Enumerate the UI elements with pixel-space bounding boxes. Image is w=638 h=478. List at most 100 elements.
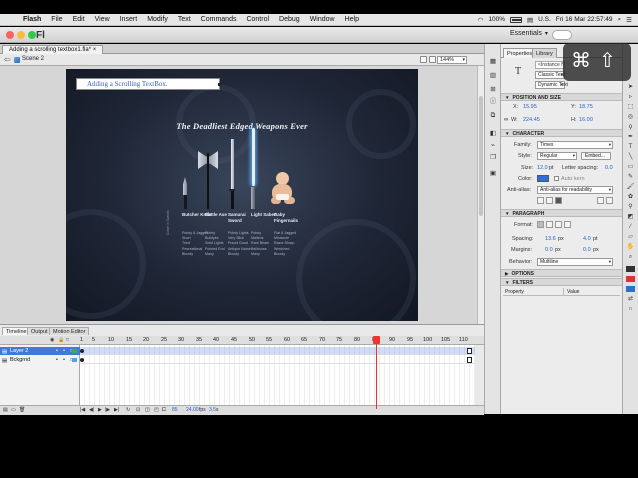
section-position-size[interactable]: ▼ POSITION AND SIZE: [501, 93, 622, 101]
onion-skin-icon[interactable]: ◫: [145, 407, 150, 413]
link-icon[interactable]: ∞: [504, 117, 508, 123]
scrollbar-thumb[interactable]: [479, 96, 483, 216]
layer-row-bckgrnd[interactable]: ▤ Bckgrnd • • □: [0, 356, 80, 364]
delete-layer-icon[interactable]: 🗑: [19, 407, 25, 413]
tab-output[interactable]: Output: [27, 327, 52, 335]
line-spacing-value[interactable]: 4.0: [583, 236, 591, 242]
align-left-icon[interactable]: [537, 221, 544, 228]
edit-multiple-frames-icon[interactable]: ⧠: [162, 407, 166, 413]
lock-all-icon[interactable]: 🔒: [58, 337, 64, 343]
menu-debug[interactable]: Debug: [274, 16, 305, 23]
render-html-icon[interactable]: [546, 197, 553, 204]
help-search-input[interactable]: [552, 30, 572, 40]
minimize-window-button[interactable]: [17, 31, 25, 39]
h-value[interactable]: 16.00: [579, 117, 593, 123]
notification-center-icon[interactable]: ☰: [626, 16, 632, 24]
letter-spacing-value[interactable]: 0.0: [605, 165, 613, 171]
close-tab-icon[interactable]: ×: [93, 47, 97, 53]
text-engine-select[interactable]: Classic Text ▾: [535, 71, 565, 79]
eyedropper-tool-icon[interactable]: ⁄: [626, 224, 635, 231]
brush-tool-icon[interactable]: 🖌: [626, 184, 635, 191]
font-size-value[interactable]: 12.0: [537, 165, 548, 171]
layer-row-layer-2[interactable]: ▤ Layer 2 • • □: [0, 347, 80, 355]
flag-icon[interactable]: ▤: [527, 16, 533, 24]
left-margin-value[interactable]: 0.0: [545, 247, 553, 253]
hand-tool-icon[interactable]: ✋: [626, 244, 635, 251]
menu-window[interactable]: Window: [305, 16, 340, 23]
behavior-select[interactable]: Multiline ▾: [537, 258, 613, 266]
menu-file[interactable]: File: [46, 16, 67, 23]
stage-vertical-scrollbar[interactable]: [477, 66, 484, 324]
font-family-select[interactable]: Times ▾: [537, 141, 613, 149]
rectangle-tool-icon[interactable]: ▭: [626, 164, 635, 171]
wifi-icon[interactable]: ◠: [478, 16, 484, 24]
menu-help[interactable]: Help: [340, 16, 364, 23]
tab-motion-editor[interactable]: Motion Editor: [49, 327, 90, 335]
fps-value[interactable]: 24.00: [186, 407, 199, 413]
section-options[interactable]: ▶ OPTIONS: [501, 269, 622, 277]
snap-icon[interactable]: ∩: [626, 306, 635, 313]
3d-rotation-tool-icon[interactable]: ◎: [626, 114, 635, 121]
antialias-select[interactable]: Anti-alias for readability ▾: [537, 186, 613, 194]
lasso-tool-icon[interactable]: ϙ: [626, 124, 635, 131]
align-center-icon[interactable]: [546, 221, 553, 228]
tab-library[interactable]: Library: [532, 48, 557, 58]
fill-color-swatch[interactable]: [626, 276, 635, 282]
layer-name[interactable]: Layer 2: [10, 348, 28, 354]
info-icon[interactable]: ⓘ: [489, 98, 497, 105]
show-hide-all-icon[interactable]: ◉: [50, 337, 54, 343]
text-color-swatch[interactable]: [537, 175, 549, 182]
new-folder-icon[interactable]: ▭: [11, 407, 16, 413]
goto-last-frame-icon[interactable]: ▶|: [114, 407, 119, 413]
color-panel-icon[interactable]: ▦: [489, 58, 497, 65]
keyframe[interactable]: [80, 358, 84, 362]
resize-handle[interactable]: [218, 83, 221, 86]
menu-control[interactable]: Control: [241, 16, 274, 23]
selection-tool-icon[interactable]: ➤: [626, 84, 635, 91]
align-right-icon[interactable]: [555, 221, 562, 228]
layer-color-swatch[interactable]: [72, 358, 77, 362]
swatches-icon[interactable]: ▥: [489, 72, 497, 79]
edit-symbols-icon[interactable]: [429, 56, 436, 63]
align-icon[interactable]: ⊞: [489, 86, 497, 93]
pencil-tool-icon[interactable]: ✎: [626, 174, 635, 181]
end-frame[interactable]: [467, 357, 472, 363]
zoom-tool-icon[interactable]: ⌕: [626, 254, 635, 261]
clock[interactable]: Fri 16 Mar 22:57:49: [556, 16, 613, 23]
layer-color-swatch[interactable]: [72, 349, 77, 353]
fill-color-active-swatch[interactable]: [626, 286, 635, 292]
playhead[interactable]: [376, 336, 377, 409]
stroke-color-swatch[interactable]: [626, 266, 635, 272]
section-paragraph[interactable]: ▼ PARAGRAPH: [501, 209, 622, 217]
line-tool-icon[interactable]: ╲: [626, 154, 635, 161]
menu-insert[interactable]: Insert: [115, 16, 143, 23]
x-value[interactable]: 15.95: [523, 104, 537, 110]
w-value[interactable]: 224.45: [523, 117, 540, 123]
dynamic-textbox[interactable]: Adding a Scrolling TextBox.: [76, 78, 221, 90]
section-character[interactable]: ▼ CHARACTER: [501, 129, 622, 137]
text-tool-icon[interactable]: T: [626, 144, 635, 151]
transform-icon[interactable]: ⧉: [489, 112, 497, 119]
y-value[interactable]: 18.75: [579, 104, 593, 110]
layer-name[interactable]: Bckgrnd: [10, 357, 30, 363]
keyframe[interactable]: [80, 349, 84, 353]
onion-outline-icon[interactable]: ◰: [154, 407, 159, 413]
history-icon[interactable]: ▣: [489, 170, 497, 177]
edit-scene-icon[interactable]: [420, 56, 427, 63]
superscript-icon[interactable]: [597, 197, 604, 204]
goto-first-frame-icon[interactable]: |◀: [80, 407, 85, 413]
zoom-select[interactable]: 144% ▾: [437, 56, 467, 64]
motion-presets-icon[interactable]: ⌁: [489, 142, 497, 149]
subscript-icon[interactable]: [606, 197, 613, 204]
section-filters[interactable]: ▼ FILTERS: [501, 278, 622, 286]
free-transform-tool-icon[interactable]: ⬚: [626, 104, 635, 111]
autokern-checkbox[interactable]: [554, 176, 559, 181]
new-layer-icon[interactable]: ▤: [3, 407, 8, 413]
pen-tool-icon[interactable]: ✒: [626, 134, 635, 141]
stage[interactable]: Adding a Scrolling TextBox. The Deadlies…: [66, 69, 418, 321]
step-back-icon[interactable]: ◀|: [89, 407, 94, 413]
code-snippets-icon[interactable]: ❐: [489, 154, 497, 161]
menu-app-flash[interactable]: Flash: [18, 16, 46, 23]
input-source[interactable]: U.S.: [538, 16, 551, 23]
eraser-tool-icon[interactable]: ▱: [626, 234, 635, 241]
